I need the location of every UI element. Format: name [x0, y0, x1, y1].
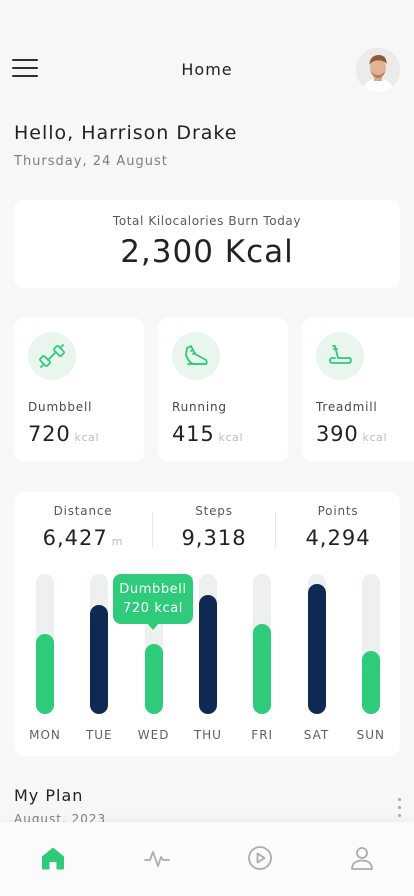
stat-value: 4,294: [305, 526, 371, 550]
activity-value: 390 kcal: [316, 422, 388, 446]
day-label: WED: [137, 728, 170, 742]
bar-fill-sat: [307, 584, 326, 714]
day-label: THU: [193, 728, 222, 742]
tooltip-value: 720 kcal: [123, 601, 183, 616]
total-kcal-value: 2,300 Kcal: [120, 234, 294, 270]
total-kcal-card: Total Kilocalories Burn Today 2,300 Kcal: [14, 200, 400, 288]
page-title: Home: [181, 60, 233, 79]
stat-distance: Distance 6,427 m: [19, 504, 147, 550]
bar-tooltip: Dumbbell 720 kcal: [113, 574, 193, 630]
activity-value: 720 kcal: [28, 422, 100, 446]
app-header: Home: [0, 40, 414, 100]
day-label: SUN: [356, 728, 385, 742]
bar-track-sun[interactable]: [361, 574, 380, 714]
play-icon[interactable]: [246, 844, 274, 872]
activity-name: Treadmill: [316, 400, 378, 414]
bar-track-tue[interactable]: [90, 574, 109, 714]
total-kcal-label: Total Kilocalories Burn Today: [112, 214, 302, 228]
treadmill-icon: [316, 332, 364, 380]
bar-fill-mon: [36, 634, 54, 714]
profile-icon[interactable]: [348, 844, 376, 872]
stat-label: Steps: [195, 504, 233, 518]
today-date: Thursday, 24 August: [14, 154, 168, 169]
bottom-nav: [0, 822, 414, 896]
activity-name: Dumbbell: [28, 400, 93, 414]
stat-value: 9,318: [181, 526, 247, 550]
stat-value: 6,427 m: [42, 526, 124, 550]
bar-fill-tue: [90, 605, 109, 714]
my-plan-title: My Plan: [14, 786, 84, 805]
tooltip-title: Dumbbell: [119, 582, 187, 597]
activity-card-running[interactable]: Running 415 kcal: [158, 318, 288, 462]
day-label: MON: [29, 728, 61, 742]
activity-value: 415 kcal: [172, 422, 244, 446]
day-label: SAT: [303, 728, 330, 742]
bar-track-sat[interactable]: [307, 574, 326, 714]
activity-name: Running: [172, 400, 227, 414]
avatar[interactable]: [356, 48, 400, 92]
bar-fill-sun: [361, 651, 380, 714]
stat-label: Distance: [53, 504, 113, 518]
stat-label: Points: [317, 504, 359, 518]
bar-fill-thu: [198, 595, 217, 714]
home-icon[interactable]: [39, 844, 67, 872]
greeting-title: Hello, Harrison Drake: [14, 122, 238, 144]
day-label: TUE: [85, 728, 113, 742]
bar-track-thu[interactable]: [198, 574, 217, 714]
bar-track-fri[interactable]: [253, 574, 272, 714]
activity-card-dumbbell[interactable]: Dumbbell 720 kcal: [14, 318, 144, 462]
dumbbell-icon: [28, 332, 76, 380]
avatar-image: [356, 48, 400, 92]
day-label: FRI: [251, 728, 274, 742]
activity-card-treadmill[interactable]: Treadmill 390 kcal: [302, 318, 414, 462]
stat-points: Points 4,294: [274, 504, 402, 550]
bar-fill-wed: [144, 644, 163, 714]
more-options-icon[interactable]: [394, 796, 404, 820]
activity-icon[interactable]: [143, 844, 171, 872]
bar-track-mon[interactable]: [36, 574, 54, 714]
bar-fill-fri: [253, 624, 272, 714]
stat-steps: Steps 9,318: [150, 504, 278, 550]
running-shoe-icon: [172, 332, 220, 380]
